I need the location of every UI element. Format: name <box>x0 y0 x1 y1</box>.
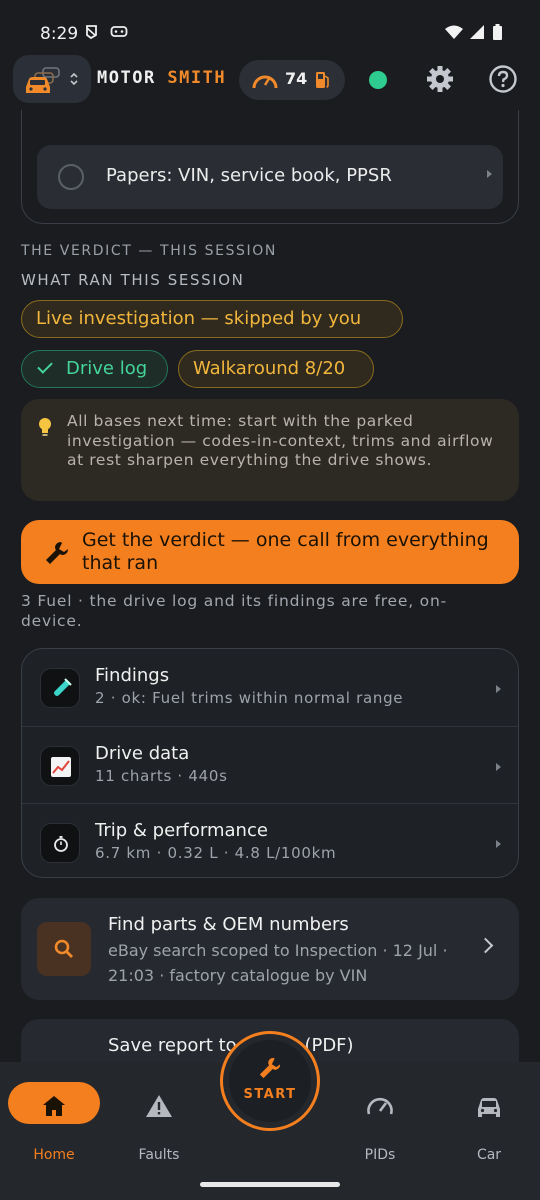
ran-section-label: WHAT RAN THIS SESSION <box>21 271 245 289</box>
find-parts-title: Find parts & OEM numbers <box>108 914 349 935</box>
results-card: Findings 2 · ok: Fuel trims within norma… <box>21 648 519 878</box>
chip-walkaround[interactable]: Walkaround 8/20 <box>178 350 374 388</box>
fuel-cost-note: 3 Fuel · the drive log and its findings … <box>21 592 447 630</box>
nav-faults-label: Faults <box>138 1147 180 1163</box>
signal-icon <box>470 25 484 39</box>
nav-pids[interactable]: PIDs <box>334 1080 426 1163</box>
warning-icon <box>146 1095 172 1117</box>
nav-car-label: Car <box>476 1147 502 1163</box>
speedometer-icon <box>367 1097 393 1115</box>
wifi-icon <box>445 25 463 39</box>
verdict-button-label: Get the verdict — one call from everythi… <box>82 529 489 574</box>
list-item-subtitle: 2 · ok: Fuel trims within normal range <box>95 689 404 707</box>
start-label: START <box>243 1087 297 1102</box>
search-icon <box>37 922 91 976</box>
caret-right-icon <box>496 840 501 848</box>
check-icon <box>37 358 53 374</box>
find-parts-card[interactable]: Find parts & OEM numbers eBay search sco… <box>21 898 519 1000</box>
list-item-trip[interactable]: Trip & performance 6.7 km · 0.32 L · 4.8… <box>22 803 518 877</box>
gauge-icon <box>252 75 278 89</box>
checklist-radio[interactable] <box>58 164 84 190</box>
wrench-icon <box>259 1057 281 1079</box>
start-button-inner: START <box>229 1040 311 1122</box>
app-header: MOTOR SMITH 74 <box>0 52 540 110</box>
test-tube-icon <box>40 668 80 708</box>
wrench-icon <box>46 542 68 564</box>
list-item-title: Findings <box>95 665 170 686</box>
lightbulb-icon <box>39 418 51 436</box>
list-item-subtitle: 11 charts · 440s <box>95 767 228 785</box>
fuel-balance-pill[interactable]: 74 <box>239 60 345 100</box>
cars-icon <box>26 67 60 93</box>
list-item-subtitle: 6.7 km · 0.32 L · 4.8 L/100km <box>95 844 337 862</box>
help-icon[interactable] <box>488 64 518 94</box>
start-button[interactable]: START <box>220 1031 320 1131</box>
nav-home[interactable]: Home <box>8 1080 100 1163</box>
chart-icon <box>40 746 80 786</box>
checklist-item-papers[interactable]: Papers: VIN, service book, PPSR <box>37 145 503 209</box>
list-item-drive-data[interactable]: Drive data 11 charts · 440s <box>22 726 518 803</box>
chip-walkaround-label: Walkaround 8/20 <box>193 358 346 379</box>
do-not-disturb-icon <box>86 25 97 40</box>
tip-text: All bases next time: start with the park… <box>67 412 494 469</box>
main-content[interactable]: Papers: VIN, service book, PPSR THE VERD… <box>0 110 540 1062</box>
list-item-title: Drive data <box>95 743 190 764</box>
chip-drive-log-label: Drive log <box>66 358 148 379</box>
fuel-count: 74 <box>285 69 308 88</box>
nav-pids-label: PIDs <box>364 1147 396 1163</box>
gear-icon[interactable] <box>425 64 455 94</box>
connection-status-dot <box>369 71 387 89</box>
brand-logo: MOTOR SMITH <box>97 68 227 88</box>
checklist-item-label: Papers: VIN, service book, PPSR <box>106 165 392 186</box>
car-icon <box>478 1098 500 1117</box>
game-controller-icon <box>110 26 128 37</box>
battery-icon <box>493 24 502 40</box>
chevron-right-icon <box>477 937 494 954</box>
chip-drive-log[interactable]: Drive log <box>21 350 168 388</box>
list-item-findings[interactable]: Findings 2 · ok: Fuel trims within norma… <box>22 649 518 726</box>
vehicle-switcher-button[interactable] <box>13 55 91 103</box>
find-parts-subtitle: eBay search scoped to Inspection · 12 Ju… <box>108 941 448 985</box>
status-bar: 8:29 <box>0 0 540 52</box>
nav-home-label: Home <box>33 1147 75 1163</box>
nav-faults[interactable]: Faults <box>113 1080 205 1163</box>
get-verdict-button[interactable]: Get the verdict — one call from everythi… <box>21 520 519 584</box>
stopwatch-icon <box>40 823 80 863</box>
fuel-pump-icon <box>316 72 329 88</box>
chip-live-label: Live investigation — skipped by you <box>36 308 362 329</box>
verdict-section-label: THE VERDICT — THIS SESSION <box>21 243 277 259</box>
checklist-card: Papers: VIN, service book, PPSR <box>21 110 519 224</box>
caret-right-icon <box>496 763 501 771</box>
chip-live-investigation[interactable]: Live investigation — skipped by you <box>21 300 403 338</box>
caret-right-icon <box>496 685 501 693</box>
caret-right-icon <box>487 170 492 178</box>
chevron-updown-icon <box>70 72 78 86</box>
bottom-nav: Home Faults START PIDs Car <box>0 1031 540 1200</box>
tip-box: All bases next time: start with the park… <box>21 399 519 501</box>
status-time: 8:29 <box>40 24 79 44</box>
list-item-title: Trip & performance <box>95 820 268 841</box>
nav-car[interactable]: Car <box>443 1080 535 1163</box>
home-icon <box>43 1096 65 1116</box>
gesture-bar <box>200 1182 340 1187</box>
